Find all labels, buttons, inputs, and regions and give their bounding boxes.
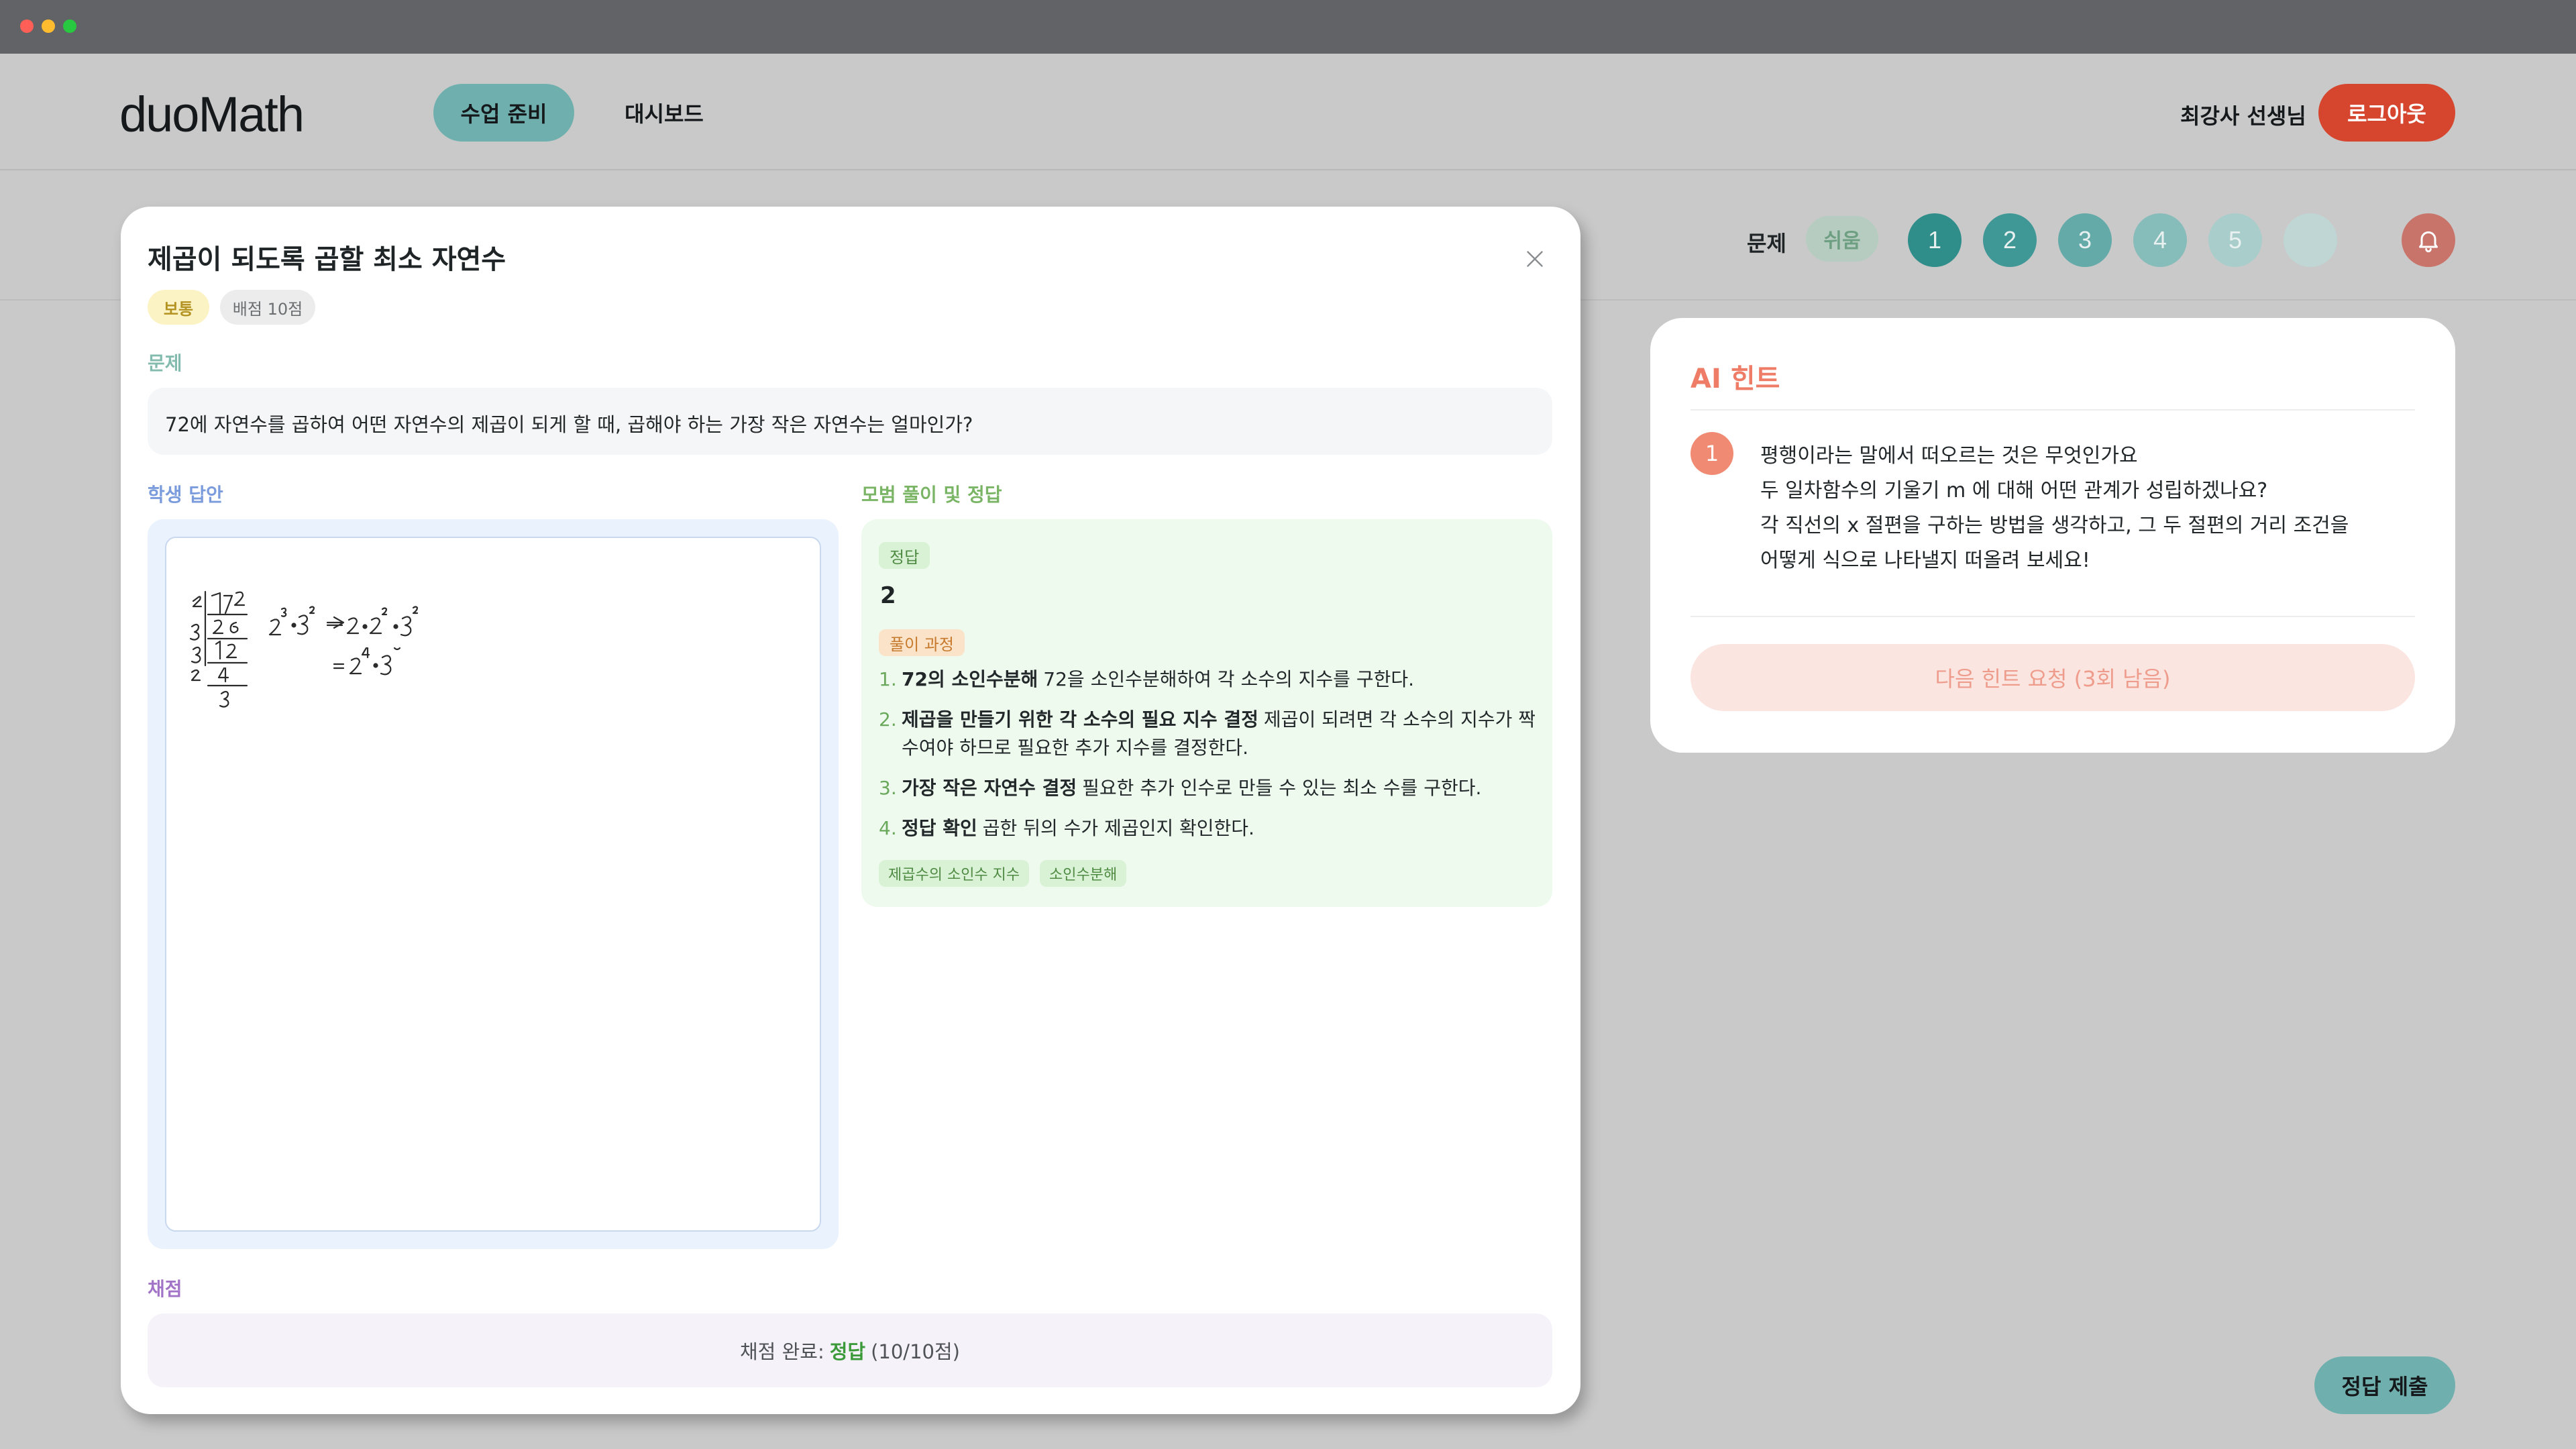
duomath-logo[interactable]: duoMath <box>119 86 305 143</box>
maximize-window-dot[interactable] <box>63 19 76 33</box>
score-badge: 배점 10점 <box>220 290 315 325</box>
ai-hint-title: AI 힌트 <box>1690 364 1780 394</box>
problem-number-4[interactable]: 4 <box>2133 213 2187 267</box>
problem-box: 72에 자연수를 곱하여 어떤 자연수의 제곱이 되게 할 때, 곱해야 하는 … <box>148 388 1552 455</box>
problem-detail-modal: 제곱이 되도록 곱할 최소 자연수 보통 배점 10점 문제 72에 자연수를 … <box>121 207 1580 1414</box>
step-description: 곱한 뒤의 수가 제곱인지 확인한다. <box>982 817 1254 839</box>
grading-score: (10/10점) <box>871 1340 960 1363</box>
close-icon[interactable] <box>1515 239 1555 279</box>
model-solution-label: 모범 풀이 및 정답 <box>861 484 1002 506</box>
grading-result: 정답 <box>829 1340 866 1363</box>
close-window-dot[interactable] <box>20 19 34 33</box>
submit-answer-button[interactable]: 정답 제출 <box>2314 1356 2455 1414</box>
problem-strip-label: 문제 <box>1747 231 1786 256</box>
solution-step: 2. 제곱을 만들기 위한 각 소수의 필요 지수 결정 제곱이 되려면 각 소수… <box>879 706 1536 762</box>
step-title: 정답 확인 <box>902 817 977 839</box>
teacher-name: 최강사 선생님 <box>2180 103 2306 129</box>
nav-class-prep[interactable]: 수업 준비 <box>433 84 574 142</box>
hint-line: 어떻게 식으로 나타낼지 떠올려 보세요! <box>1760 549 2090 572</box>
logout-button[interactable]: 로그아웃 <box>2318 84 2455 142</box>
problem-number-2[interactable]: 2 <box>1983 213 2037 267</box>
problem-section-label: 문제 <box>148 352 182 374</box>
student-answer-label: 학생 답안 <box>148 484 223 506</box>
hint-divider <box>1690 616 2415 617</box>
modal-title: 제곱이 되도록 곱할 최소 자연수 <box>148 244 506 275</box>
step-title: 제곱을 만들기 위한 각 소수의 필요 지수 결정 <box>902 708 1258 731</box>
solution-step: 3. 가장 작은 자연수 결정 필요한 추가 인수로 만들 수 있는 최소 수를 … <box>879 774 1536 802</box>
ai-hint-panel: AI 힌트 1 평행이라는 말에서 떠오르는 것은 무엇인가요 두 일차함수의 … <box>1650 318 2455 753</box>
step-title: 72의 소인수분해 <box>902 668 1038 690</box>
hint-line: 각 직선의 x 절편을 구하는 방법을 생각하고, 그 두 절편의 거리 조건을 <box>1760 514 2349 537</box>
app-header: duoMath 수업 준비 대시보드 최강사 선생님 로그아웃 <box>0 54 2576 170</box>
problem-number-5[interactable]: 5 <box>2208 213 2262 267</box>
grading-box: 채점 완료: 정답 (10/10점) <box>148 1313 1552 1387</box>
solution-step: 1. 72의 소인수분해 72을 소인수분해하여 각 소수의 지수를 구한다. <box>879 665 1536 694</box>
hint-divider <box>1690 409 2415 411</box>
step-title: 가장 작은 자연수 결정 <box>902 777 1077 799</box>
next-hint-button[interactable]: 다음 힌트 요청 (3회 남음) <box>1690 644 2415 711</box>
problem-number-3[interactable]: 3 <box>2058 213 2112 267</box>
bell-icon[interactable] <box>2402 213 2455 267</box>
solution-step: 4. 정답 확인 곱한 뒤의 수가 제곱인지 확인한다. <box>879 814 1536 843</box>
step-number: 2. <box>879 708 897 731</box>
difficulty-badge: 보통 <box>148 290 209 325</box>
student-answer-box <box>148 519 839 1249</box>
difficulty-pill[interactable]: 쉬움 <box>1806 216 1878 262</box>
concept-chip: 소인수분해 <box>1040 860 1127 887</box>
handwritten-work <box>189 590 419 708</box>
nav-dashboard[interactable]: 대시보드 <box>604 84 724 142</box>
grading-prefix: 채점 완료: <box>740 1340 824 1363</box>
hint-line: 두 일차함수의 기울기 m 에 대해 어떤 관계가 성립하겠나요? <box>1760 479 2268 502</box>
step-number: 3. <box>879 777 897 799</box>
grading-label: 채점 <box>148 1278 182 1300</box>
problem-text: 72에 자연수를 곱하여 어떤 자연수의 제곱이 되게 할 때, 곱해야 하는 … <box>165 413 973 436</box>
step-description: 72을 소인수분해하여 각 소수의 지수를 구한다. <box>1043 668 1414 690</box>
window-titlebar <box>0 0 2576 54</box>
step-number: 1. <box>879 668 897 690</box>
answer-tag: 정답 <box>879 542 930 569</box>
minimize-window-dot[interactable] <box>42 19 55 33</box>
step-number: 4. <box>879 817 897 839</box>
answer-value: 2 <box>880 582 896 609</box>
step-description: 필요한 추가 인수로 만들 수 있는 최소 수를 구한다. <box>1082 777 1482 799</box>
hint-line: 평행이라는 말에서 떠오르는 것은 무엇인가요 <box>1760 444 2138 468</box>
model-solution-box: 정답 2 풀이 과정 1. 72의 소인수분해 72을 소인수분해하여 각 소수의… <box>861 519 1552 907</box>
problem-number-6-faded[interactable] <box>2284 213 2337 267</box>
process-tag: 풀이 과정 <box>879 629 965 656</box>
handwriting-canvas[interactable] <box>165 537 821 1232</box>
hint-number-badge: 1 <box>1690 432 1733 475</box>
concept-chip: 제곱수의 소인수 지수 <box>879 860 1030 887</box>
problem-number-1[interactable]: 1 <box>1908 213 1962 267</box>
